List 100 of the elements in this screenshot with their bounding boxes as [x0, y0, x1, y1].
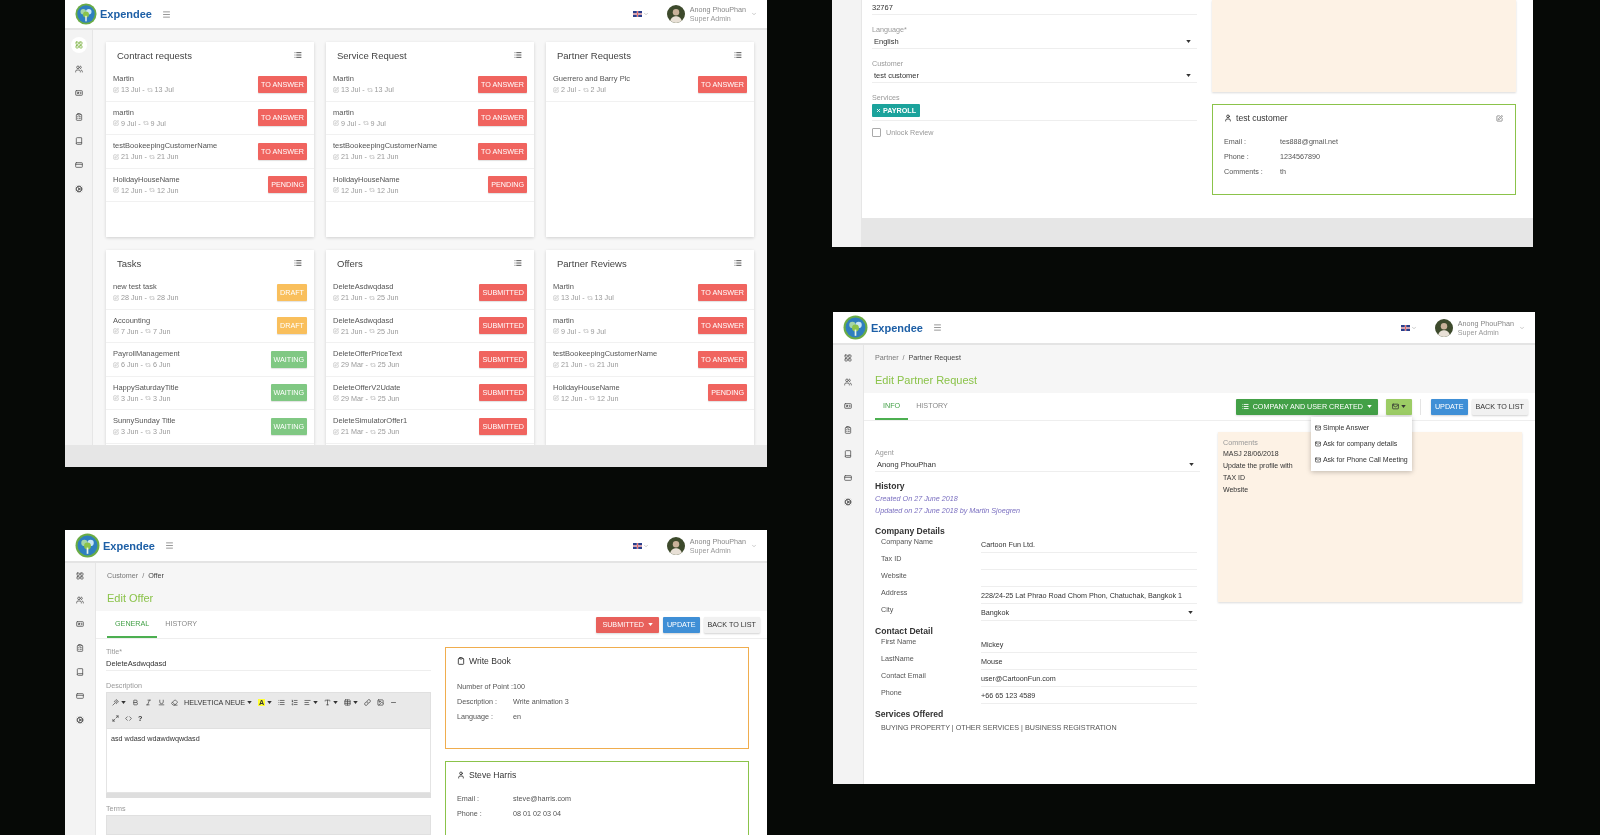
- repeat-icon: [145, 428, 151, 435]
- repeat-icon: [149, 153, 155, 160]
- italic-icon[interactable]: [145, 699, 152, 706]
- repeat-icon: [146, 86, 153, 93]
- list-icon[interactable]: [734, 259, 742, 267]
- section-heading: History: [875, 481, 905, 491]
- text-height-icon[interactable]: [324, 699, 332, 706]
- person-icon: [1224, 114, 1232, 122]
- brand-name[interactable]: Expendee: [100, 8, 152, 20]
- edit-icon: [553, 361, 559, 368]
- menu-icon[interactable]: [161, 9, 171, 19]
- edit-icon: [333, 361, 339, 368]
- edit-icon: [553, 86, 559, 93]
- brand-name[interactable]: Expendee: [103, 539, 155, 552]
- edit-icon: [113, 187, 119, 194]
- list-icon[interactable]: [294, 259, 302, 267]
- repeat-icon: [369, 187, 375, 194]
- rule-icon[interactable]: [390, 699, 398, 706]
- flag-icon[interactable]: [632, 542, 642, 549]
- section-heading: Contact Detail: [875, 626, 933, 636]
- card-title: Write Book: [469, 656, 511, 666]
- edit-icon: [113, 395, 119, 402]
- book-icon: [74, 137, 83, 145]
- book-icon: [76, 668, 84, 676]
- users-icon: [76, 596, 84, 604]
- remove-icon[interactable]: [876, 108, 881, 113]
- panel-title: Service Request: [337, 49, 407, 61]
- edit-icon: [113, 120, 119, 127]
- edit-icon: [553, 294, 559, 301]
- clipboard-icon: [74, 113, 83, 121]
- users-icon: [74, 65, 83, 73]
- logo-icon: [75, 533, 100, 558]
- logo-icon: [75, 3, 97, 25]
- card-title: test customer: [1236, 113, 1288, 123]
- menu-icon[interactable]: [164, 541, 174, 550]
- caret-icon: [1188, 610, 1193, 614]
- caret-icon: [121, 701, 126, 704]
- repeat-icon: [369, 395, 376, 402]
- edit-icon: [113, 294, 119, 301]
- edit-icon: [333, 328, 339, 335]
- settings-icon: [74, 185, 83, 193]
- caret-icon: [267, 701, 273, 704]
- edit-icon: [113, 361, 119, 368]
- repeat-icon: [145, 395, 151, 402]
- flag-icon[interactable]: [632, 11, 642, 17]
- card-title: Steve Harris: [469, 770, 517, 780]
- book-icon: [844, 450, 852, 458]
- repeat-icon: [369, 294, 375, 301]
- mail-icon: [1391, 403, 1399, 410]
- repeat-icon: [369, 361, 376, 368]
- repeat-icon: [145, 361, 151, 368]
- list-icon[interactable]: [294, 51, 302, 59]
- repeat-icon: [145, 328, 151, 335]
- repeat-icon: [369, 328, 375, 335]
- avatar[interactable]: [666, 5, 685, 23]
- list-icon[interactable]: [514, 259, 522, 267]
- caret-icon: [647, 623, 653, 626]
- checkbox[interactable]: [872, 128, 881, 137]
- bold-icon[interactable]: [132, 699, 139, 706]
- repeat-icon: [142, 120, 149, 127]
- id-card-icon: [76, 620, 84, 628]
- edit-icon: [333, 187, 339, 194]
- code-icon[interactable]: [125, 715, 132, 722]
- caret-icon: [1186, 73, 1191, 77]
- table-icon[interactable]: [344, 699, 352, 706]
- edit-icon: [333, 86, 339, 93]
- bullet-list-icon[interactable]: [278, 699, 286, 706]
- eraser-icon[interactable]: [171, 699, 178, 706]
- list-icon[interactable]: [514, 51, 522, 59]
- edit-icon: [553, 328, 559, 335]
- list-icon[interactable]: [734, 51, 742, 59]
- avatar[interactable]: [666, 536, 685, 555]
- align-icon[interactable]: [304, 699, 312, 706]
- menu-icon[interactable]: [932, 323, 942, 332]
- edit-icon: [333, 153, 339, 160]
- repeat-icon: [149, 294, 155, 301]
- repeat-icon: [362, 120, 369, 127]
- link-icon[interactable]: [364, 699, 372, 706]
- caret-icon: [1366, 405, 1372, 408]
- edit-icon[interactable]: [1496, 114, 1503, 122]
- page-title: Edit Offer: [107, 592, 154, 604]
- style-icon[interactable]: [112, 699, 119, 706]
- repeat-icon: [369, 428, 376, 435]
- logo-icon: [843, 315, 868, 340]
- repeat-icon: [586, 294, 593, 301]
- numbered-list-icon[interactable]: [291, 699, 299, 706]
- brand-name[interactable]: Expendee: [871, 321, 923, 334]
- mail-button[interactable]: [1385, 398, 1412, 415]
- image-icon[interactable]: [377, 699, 385, 706]
- panel-title: Partner Requests: [557, 49, 631, 61]
- edit-icon: [333, 395, 339, 402]
- avatar[interactable]: [1434, 318, 1453, 337]
- section-heading: Company Details: [875, 526, 945, 536]
- card-icon: [844, 474, 852, 482]
- repeat-icon: [589, 361, 595, 368]
- id-card-icon: [844, 402, 852, 410]
- underline-icon[interactable]: [158, 699, 165, 706]
- flag-icon[interactable]: [1400, 324, 1410, 331]
- fullscreen-icon[interactable]: [112, 715, 119, 722]
- caret-icon: [353, 701, 359, 704]
